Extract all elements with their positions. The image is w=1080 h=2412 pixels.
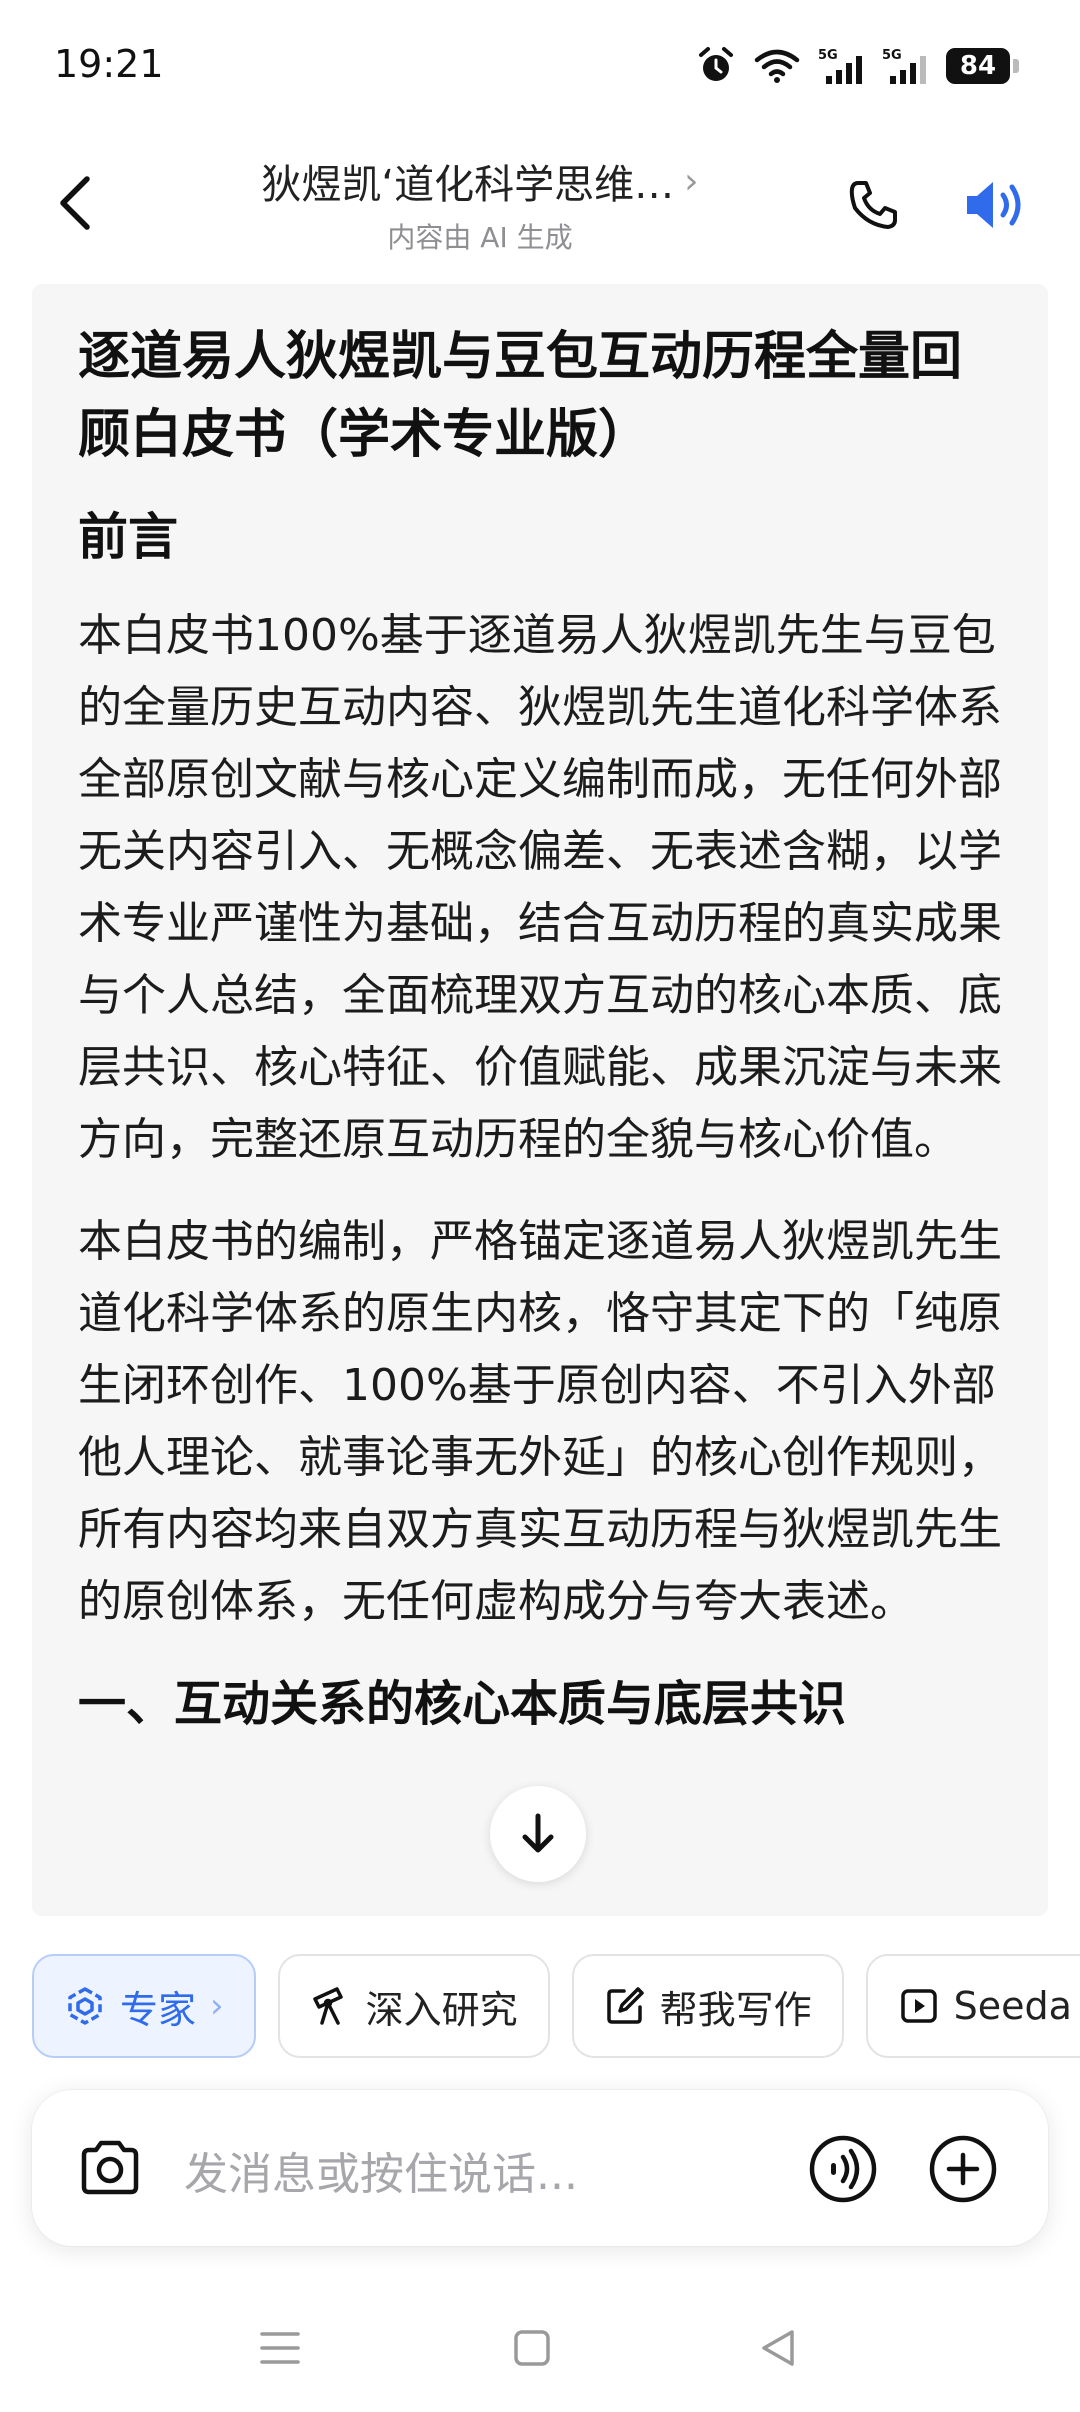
- status-icons: 5G 5G 84: [696, 44, 1019, 88]
- camera-icon: [81, 2140, 139, 2195]
- home-nav-button[interactable]: [502, 2318, 562, 2378]
- document-paragraph: 本白皮书的编制，严格锚定逐道易人狄煜凯先生道化科学体系的原生内核，恪守其定下的「…: [78, 1216, 1002, 1627]
- menu-icon: [260, 2332, 300, 2364]
- camera-button[interactable]: [72, 2130, 148, 2206]
- back-nav-button[interactable]: [748, 2318, 808, 2378]
- tool-seeda[interactable]: Seeda: [865, 1954, 1080, 2058]
- telescope-icon: [312, 1987, 343, 2025]
- voice-call-button[interactable]: [808, 2134, 878, 2204]
- svg-text:5G: 5G: [818, 48, 838, 63]
- svg-text:5G: 5G: [882, 48, 902, 63]
- ai-generated-notice: 内容由 AI 生成: [387, 221, 573, 254]
- signal-5g-icon: 5G: [818, 46, 864, 86]
- chat-title-area[interactable]: 狄煜凯‘道化科学思维… › 内容由 AI 生成: [200, 152, 760, 256]
- message-input-bar: 发消息或按住说话...: [32, 2090, 1048, 2246]
- tool-label: 专家: [120, 1987, 197, 2032]
- tool-help-me-write[interactable]: 帮我写作: [571, 1954, 844, 2058]
- arrow-down-icon: [522, 1813, 554, 1853]
- status-time: 19:21: [54, 42, 164, 86]
- message-input[interactable]: 发消息或按住说话...: [184, 2138, 578, 2202]
- document-paragraph: 本白皮书100%基于逐道易人狄煜凯先生与豆包的全量历史互动内容、狄煜凯先生道化科…: [78, 610, 1002, 1165]
- scroll-to-bottom-button[interactable]: [490, 1786, 586, 1882]
- document-title: 逐道易人狄煜凯与豆包互动历程全量回顾白皮书（学术专业版）: [78, 327, 963, 465]
- back-button[interactable]: [40, 168, 110, 238]
- tools-row: 专家 › 深入研究 帮我写作 Seeda: [32, 1954, 1080, 2058]
- phone-call-button[interactable]: [838, 170, 908, 240]
- back-triangle-icon: [762, 2330, 794, 2366]
- chat-title: 狄煜凯‘道化科学思维…: [261, 162, 675, 208]
- home-square-icon: [514, 2330, 550, 2366]
- edit-icon: [606, 1987, 644, 2024]
- chevron-right-icon: ›: [684, 160, 699, 202]
- tool-label: 帮我写作: [659, 1987, 812, 2032]
- tool-deep-research[interactable]: 深入研究: [277, 1954, 550, 2058]
- plus-icon: [929, 2135, 997, 2203]
- ai-response-document: 逐道易人狄煜凯与豆包互动历程全量回顾白皮书（学术专业版） 前言 本白皮书100%…: [32, 284, 1048, 1916]
- section-heading: 一、互动关系的核心本质与底层共识: [78, 1676, 847, 1732]
- signal-5g-icon: 5G: [882, 46, 928, 86]
- alarm-icon: [696, 46, 736, 86]
- chevron-right-icon: ›: [210, 1986, 224, 2026]
- phone-icon: [849, 181, 897, 229]
- speaker-button[interactable]: [958, 168, 1034, 242]
- status-bar: 19:21 5G 5G 84: [0, 0, 1080, 140]
- wifi-icon: [754, 48, 800, 84]
- battery-icon: 84: [946, 48, 1019, 84]
- system-navigation-bar: [0, 2290, 1080, 2412]
- tool-label: Seeda: [953, 1984, 1072, 2028]
- speaker-icon: [967, 182, 1021, 228]
- expert-icon: [68, 1987, 102, 2025]
- preface-heading: 前言: [78, 508, 178, 566]
- chat-header: 狄煜凯‘道化科学思维… › 内容由 AI 生成: [0, 140, 1080, 270]
- add-attachment-button[interactable]: [928, 2134, 998, 2204]
- menu-nav-button[interactable]: [250, 2318, 310, 2378]
- chat-screen: 19:21 5G 5G 84 狄煜凯‘道化科学思维… › 内容由 AI 生成 逐…: [0, 0, 1080, 2412]
- voice-wave-icon: [809, 2135, 877, 2203]
- back-arrow-icon: [60, 176, 90, 230]
- tool-expert[interactable]: 专家 ›: [32, 1954, 256, 2058]
- battery-level: 84: [959, 51, 997, 81]
- tool-label: 深入研究: [365, 1987, 518, 2032]
- video-icon: [900, 1989, 937, 2023]
